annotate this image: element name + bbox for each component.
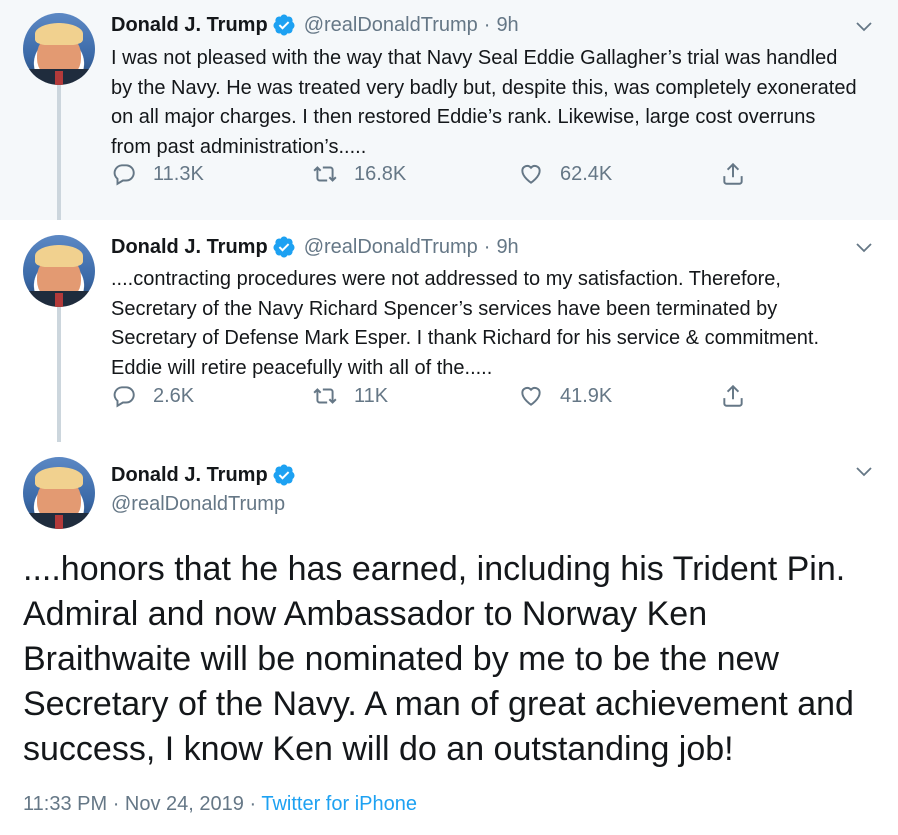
like-count: 41.9K	[560, 384, 613, 407]
like-button[interactable]: 41.9K	[518, 383, 612, 409]
tweet-header: Donald J. Trump @realDonaldTrump · 9h	[111, 13, 519, 37]
like-button[interactable]: 62.4K	[518, 161, 612, 187]
reply-button[interactable]: 2.6K	[111, 383, 194, 409]
author-handle[interactable]: @realDonaldTrump	[304, 14, 478, 37]
share-button[interactable]	[720, 161, 746, 187]
chevron-down-icon[interactable]	[854, 17, 874, 37]
author-name[interactable]: Donald J. Trump	[111, 236, 268, 259]
chevron-down-icon[interactable]	[854, 462, 874, 482]
tweet-source-link[interactable]: Twitter for iPhone	[261, 793, 417, 815]
retweet-icon	[313, 388, 337, 404]
chevron-down-icon[interactable]	[854, 238, 874, 258]
reply-count: 11.3K	[153, 162, 204, 185]
share-icon	[723, 384, 743, 407]
author-handle[interactable]: @realDonaldTrump	[304, 236, 478, 259]
verified-badge-icon	[272, 13, 296, 37]
tweet-time[interactable]: 9h	[496, 14, 518, 37]
separator: ·	[249, 793, 257, 815]
avatar[interactable]	[23, 13, 95, 85]
heart-icon	[521, 164, 541, 184]
reply-icon	[113, 386, 135, 408]
verified-badge-icon	[272, 463, 296, 487]
separator: ·	[483, 235, 491, 258]
like-count: 62.4K	[560, 162, 613, 185]
tweet-text: ....contracting procedures were not addr…	[111, 268, 820, 379]
thread-connector-line	[57, 306, 61, 444]
thread-connector-line	[57, 84, 61, 222]
tweet-text: I was not pleased with the way that Navy…	[111, 47, 857, 158]
avatar[interactable]	[23, 457, 95, 529]
tweet-time[interactable]: 9h	[496, 236, 518, 259]
reply-button[interactable]: 11.3K	[111, 161, 204, 187]
reply-icon	[113, 164, 135, 186]
tweet-text: ....honors that he has earned, including…	[23, 550, 854, 768]
share-button[interactable]	[720, 383, 746, 409]
tweet-metadata: 11:33 PM · Nov 24, 2019 · Twitter for iP…	[23, 793, 417, 816]
retweet-button[interactable]: 16.8K	[312, 161, 406, 187]
author-name[interactable]: Donald J. Trump	[111, 464, 268, 487]
retweet-count: 11K	[354, 384, 389, 407]
reply-count: 2.6K	[153, 384, 195, 407]
tweet-date[interactable]: Nov 24, 2019	[125, 793, 244, 815]
tweet-header: Donald J. Trump @realDonaldTrump · 9h	[111, 235, 519, 259]
tweet-time[interactable]: 11:33 PM	[23, 793, 107, 815]
heart-icon	[521, 386, 541, 406]
retweet-button[interactable]: 11K	[312, 383, 388, 409]
author-handle[interactable]: @realDonaldTrump	[111, 493, 285, 516]
retweet-icon	[313, 166, 337, 182]
retweet-count: 16.8K	[354, 162, 407, 185]
separator: ·	[483, 13, 491, 36]
share-icon	[723, 162, 743, 185]
separator: ·	[112, 793, 120, 815]
author-name[interactable]: Donald J. Trump	[111, 14, 268, 37]
verified-badge-icon	[272, 235, 296, 259]
tweet-header: Donald J. Trump	[111, 463, 296, 487]
avatar[interactable]	[23, 235, 95, 307]
